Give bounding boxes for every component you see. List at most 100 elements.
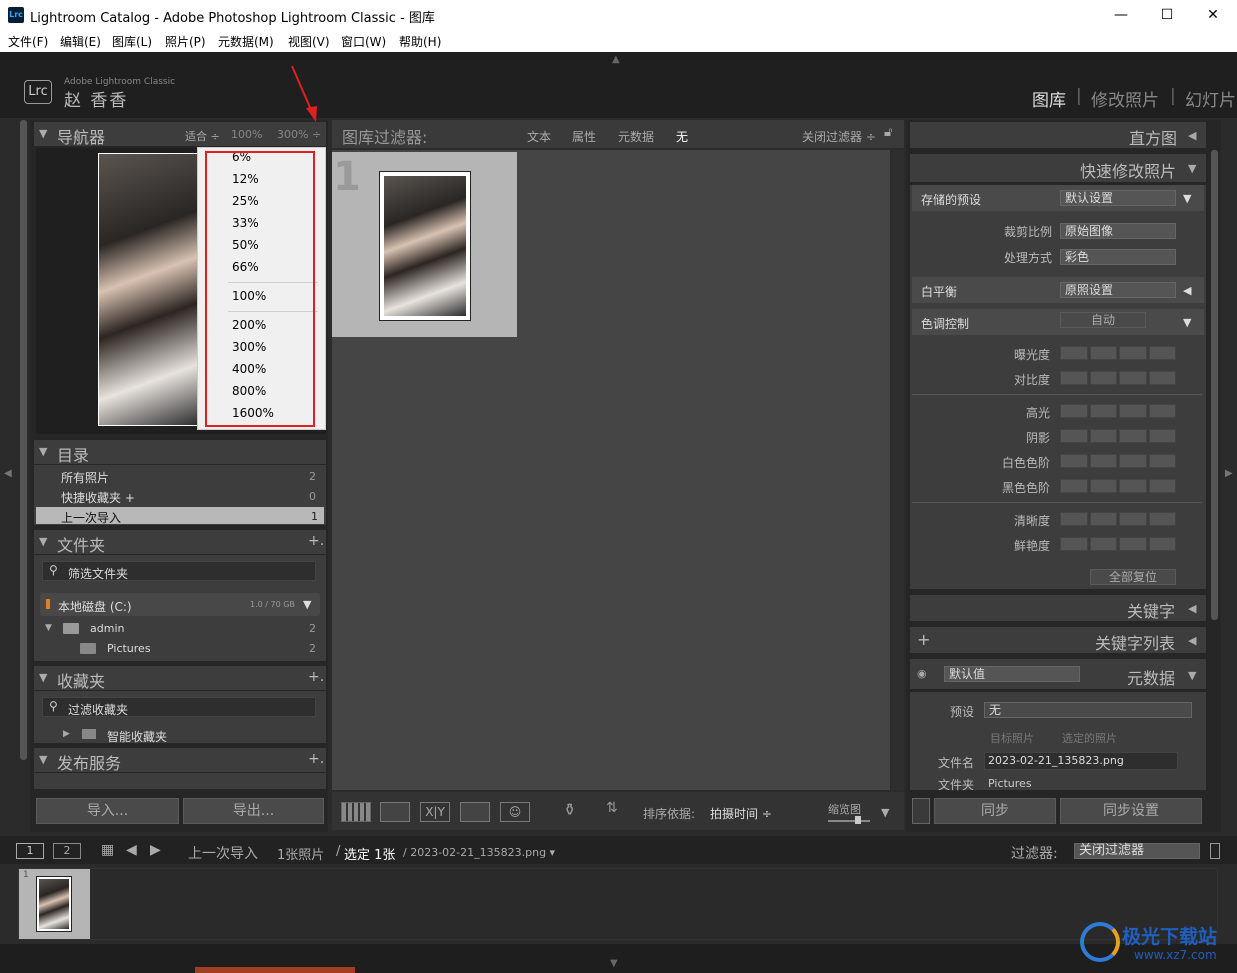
white-balance-dropdown[interactable]: 原照设置 xyxy=(1060,282,1176,298)
step-down[interactable] xyxy=(1089,454,1117,468)
nav-zoom-100[interactable]: 100% xyxy=(231,128,262,141)
sync-settings-button[interactable]: 同步设置 xyxy=(1060,798,1202,824)
metadata-preset-dropdown[interactable]: 无 xyxy=(984,702,1192,718)
step-down-large[interactable] xyxy=(1060,371,1088,385)
step-down[interactable] xyxy=(1089,429,1117,443)
expand-icon[interactable]: ◀ xyxy=(1188,634,1196,647)
grid-view-button[interactable] xyxy=(341,802,371,822)
grid-icon[interactable]: ▦ xyxy=(101,842,114,858)
back-arrow-icon[interactable]: ◀ xyxy=(126,842,137,858)
compare-view-button[interactable]: X|Y xyxy=(420,802,450,822)
main-window-button[interactable]: 1 xyxy=(16,843,44,859)
target-photo-tab[interactable]: 目标照片 xyxy=(990,730,1034,746)
chevron-down-icon[interactable]: ▼ xyxy=(303,598,311,611)
step-down[interactable] xyxy=(1089,404,1117,418)
step-up[interactable] xyxy=(1119,512,1147,526)
step-up[interactable] xyxy=(1119,346,1147,360)
selected-photos-tab[interactable]: 选定的照片 xyxy=(1062,730,1117,746)
filter-tab-none[interactable]: 无 xyxy=(676,128,688,145)
left-scrollbar[interactable] xyxy=(20,120,27,760)
catalog-previous-import[interactable]: 上一次导入 xyxy=(61,509,121,526)
step-down[interactable] xyxy=(1089,371,1117,385)
survey-view-button[interactable] xyxy=(460,802,490,822)
collapse-icon[interactable]: ▼ xyxy=(39,671,47,684)
auto-tone-button[interactable]: 自动 xyxy=(1060,312,1146,328)
add-folder-button[interactable]: +. xyxy=(308,533,324,549)
forward-arrow-icon[interactable]: ▶ xyxy=(150,842,161,858)
folder-admin[interactable]: admin xyxy=(90,622,124,635)
crop-ratio-dropdown[interactable]: 原始图像 xyxy=(1060,223,1176,239)
nav-zoom-fit[interactable]: 适合 ÷ xyxy=(185,128,220,144)
step-down-large[interactable] xyxy=(1060,479,1088,493)
collapse-icon[interactable]: ▼ xyxy=(39,445,47,458)
add-keyword-icon[interactable]: + xyxy=(917,630,930,649)
step-down[interactable] xyxy=(1089,512,1117,526)
right-panel-toggle-icon[interactable]: ▶ xyxy=(1225,468,1233,479)
second-window-button[interactable]: 2 xyxy=(53,843,81,859)
sort-dropdown[interactable]: 拍摄时间 ÷ xyxy=(710,805,772,822)
import-button[interactable]: 导入... xyxy=(36,798,179,824)
toolbar-options-icon[interactable]: ▼ xyxy=(881,806,889,819)
menu-metadata[interactable]: 元数据(M) xyxy=(218,33,274,50)
step-up[interactable] xyxy=(1119,429,1147,443)
menu-library[interactable]: 图库(L) xyxy=(112,33,152,50)
auto-sync-switch[interactable] xyxy=(912,798,930,824)
metadata-view-dropdown[interactable]: 默认值 xyxy=(944,666,1080,682)
collapse-icon[interactable]: ▼ xyxy=(1188,669,1196,682)
step-up-large[interactable] xyxy=(1148,537,1176,551)
step-up-large[interactable] xyxy=(1148,454,1176,468)
menu-file[interactable]: 文件(F) xyxy=(8,33,48,50)
step-up[interactable] xyxy=(1119,454,1147,468)
collapse-icon[interactable]: ▼ xyxy=(39,535,47,548)
step-down-large[interactable] xyxy=(1060,404,1088,418)
disclosure-icon[interactable]: ▶ xyxy=(63,729,70,739)
module-library[interactable]: 图库 xyxy=(1032,86,1066,111)
collapse-icon[interactable]: ▼ xyxy=(1183,192,1191,205)
expand-icon[interactable]: ◀ xyxy=(1188,602,1196,615)
slider-thumb[interactable] xyxy=(855,816,861,824)
reset-all-button[interactable]: 全部复位 xyxy=(1090,569,1176,585)
step-down[interactable] xyxy=(1089,346,1117,360)
nav-zoom-300[interactable]: 300% ÷ xyxy=(277,128,321,141)
maximize-button[interactable]: ☐ xyxy=(1147,3,1187,27)
export-button[interactable]: 导出... xyxy=(183,798,324,824)
current-file[interactable]: / 2023-02-21_135823.png ▾ xyxy=(403,846,555,859)
smart-collections[interactable]: 智能收藏夹 xyxy=(107,728,167,745)
step-up[interactable] xyxy=(1119,371,1147,385)
menu-photo[interactable]: 照片(P) xyxy=(165,33,206,50)
step-down-large[interactable] xyxy=(1060,429,1088,443)
saved-preset-dropdown[interactable]: 默认设置 xyxy=(1060,190,1176,206)
add-publish-button[interactable]: +. xyxy=(308,751,324,767)
expand-icon[interactable]: ◀ xyxy=(1188,129,1196,142)
step-down-large[interactable] xyxy=(1060,454,1088,468)
filter-switch[interactable] xyxy=(1210,843,1220,859)
step-up[interactable] xyxy=(1119,537,1147,551)
menu-view[interactable]: 视图(V) xyxy=(288,33,330,50)
collapse-icon[interactable]: ▼ xyxy=(1183,316,1191,329)
eye-icon[interactable]: ◉ xyxy=(917,667,927,680)
step-down[interactable] xyxy=(1089,479,1117,493)
step-up-large[interactable] xyxy=(1148,512,1176,526)
step-up[interactable] xyxy=(1119,404,1147,418)
module-develop[interactable]: 修改照片 xyxy=(1091,86,1159,111)
sync-button[interactable]: 同步 xyxy=(934,798,1056,824)
collapse-icon[interactable]: ▼ xyxy=(39,753,47,766)
catalog-quick-collection[interactable]: 快捷收藏夹 + xyxy=(61,489,135,506)
filter-tab-attribute[interactable]: 属性 xyxy=(572,128,596,145)
disclosure-icon[interactable]: ▼ xyxy=(45,623,52,633)
step-up-large[interactable] xyxy=(1148,404,1176,418)
step-up-large[interactable] xyxy=(1148,429,1176,443)
step-down-large[interactable] xyxy=(1060,537,1088,551)
step-up[interactable] xyxy=(1119,479,1147,493)
spray-can-icon[interactable]: ⚱ xyxy=(563,800,576,819)
module-slideshow[interactable]: 幻灯片 xyxy=(1185,86,1236,111)
thumbnail-size-slider[interactable] xyxy=(828,820,870,822)
minimize-button[interactable]: — xyxy=(1101,3,1141,27)
expand-icon[interactable]: ◀ xyxy=(1183,284,1191,297)
loupe-view-button[interactable] xyxy=(380,802,410,822)
menu-help[interactable]: 帮助(H) xyxy=(399,33,441,50)
lock-icon[interactable]: 🔓︎ xyxy=(884,125,892,140)
people-view-icon[interactable]: ☺ xyxy=(500,802,530,822)
catalog-all-photos[interactable]: 所有照片 xyxy=(61,469,109,486)
filmstrip-source[interactable]: 上一次导入 xyxy=(188,843,258,863)
